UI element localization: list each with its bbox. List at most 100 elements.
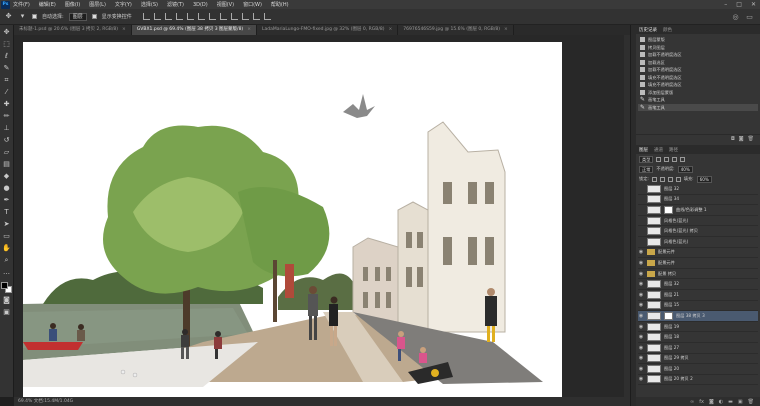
layer-row[interactable]: 图层 32 <box>638 184 758 195</box>
tab-close-icon[interactable]: × <box>504 27 508 32</box>
align-right-icon[interactable] <box>197 13 205 20</box>
menu-3d[interactable]: 3D(D) <box>193 2 208 8</box>
move-tool-icon[interactable]: ✥ <box>4 12 13 21</box>
new-group-icon[interactable]: ▬ <box>728 399 733 405</box>
brush-tool-icon[interactable]: ✏ <box>2 112 11 121</box>
blur-tool-icon[interactable]: ◆ <box>2 172 11 181</box>
layer-row[interactable]: ◉ 图层 18 <box>638 332 758 343</box>
tab-close-icon[interactable]: × <box>122 27 126 32</box>
layer-row[interactable]: ◉ 配景元件 <box>638 258 758 269</box>
align-top-icon[interactable] <box>142 13 150 20</box>
dropdown-arrow-icon[interactable]: ▾ <box>18 12 27 21</box>
maximize-icon[interactable]: □ <box>736 1 742 8</box>
layer-style-icon[interactable]: fx <box>699 399 704 405</box>
eraser-tool-icon[interactable]: ▱ <box>2 148 11 157</box>
snapshot-icon[interactable]: ◘ <box>731 136 735 142</box>
minimize-icon[interactable]: – <box>724 1 727 8</box>
distribute-left-icon[interactable] <box>241 13 249 20</box>
foreground-color-swatch[interactable] <box>1 282 8 289</box>
menu-type[interactable]: 文字(Y) <box>115 1 132 8</box>
history-item[interactable]: 拷贝图层 <box>638 44 758 52</box>
filter-shape-icon[interactable] <box>680 156 686 162</box>
move-tool-icon[interactable]: ✥ <box>2 28 11 37</box>
visibility-eye-icon[interactable]: ◉ <box>638 260 644 266</box>
healing-brush-tool-icon[interactable]: ✚ <box>2 100 11 109</box>
visibility-eye-icon[interactable]: ◉ <box>638 271 644 277</box>
lock-transparency-icon[interactable] <box>651 176 657 182</box>
screen-mode-icon[interactable]: ▣ <box>2 308 11 317</box>
history-item[interactable]: 图层蒙版 <box>638 36 758 44</box>
menu-layer[interactable]: 图层(L) <box>89 1 106 8</box>
history-item[interactable]: ✎ 画笔工具 <box>638 96 758 104</box>
dodge-tool-icon[interactable]: ● <box>2 184 11 193</box>
align-left-icon[interactable] <box>175 13 183 20</box>
auto-select-checkbox[interactable] <box>32 14 37 19</box>
distribute-top-icon[interactable] <box>208 13 216 20</box>
menu-edit[interactable]: 编辑(E) <box>39 1 56 8</box>
show-transform-checkbox[interactable] <box>91 14 97 19</box>
lock-position-icon[interactable] <box>667 176 673 182</box>
shape-tool-icon[interactable]: ▭ <box>2 232 11 241</box>
layer-row[interactable]: ◉ 图层 27 <box>638 343 758 354</box>
lasso-tool-icon[interactable]: ℓ <box>2 52 11 61</box>
align-bottom-icon[interactable] <box>164 13 172 20</box>
menu-window[interactable]: 窗口(W) <box>243 1 262 8</box>
visibility-eye-icon[interactable]: ◉ <box>638 292 644 298</box>
path-select-tool-icon[interactable]: ➤ <box>2 220 11 229</box>
quick-mask-icon[interactable]: ◙ <box>2 296 11 305</box>
eyedropper-tool-icon[interactable]: ⁄ <box>2 88 11 97</box>
menu-image[interactable]: 图像(I) <box>65 1 80 8</box>
layer-mask-thumbnail[interactable] <box>664 205 673 214</box>
menu-view[interactable]: 视图(V) <box>217 1 234 8</box>
menu-filter[interactable]: 滤镜(T) <box>167 1 184 8</box>
more-tools-icon[interactable]: … <box>2 268 11 277</box>
quick-select-tool-icon[interactable]: ✎ <box>2 64 11 73</box>
zoom-tool-icon[interactable]: ⌕ <box>2 256 11 265</box>
distribute-bottom-icon[interactable] <box>230 13 238 20</box>
tab-document-3[interactable]: LadaMariaLungo-FMO-fixed.jpg @ 32% (图层 0… <box>256 25 399 35</box>
close-icon[interactable]: ✕ <box>751 1 756 8</box>
history-item[interactable]: 添加图层蒙版 <box>638 89 758 97</box>
visibility-eye-icon[interactable]: ◉ <box>638 324 644 330</box>
layer-row[interactable]: ◉ 图层 32 <box>638 279 758 290</box>
link-layers-icon[interactable]: ∞ <box>690 399 694 405</box>
type-tool-icon[interactable]: T <box>2 208 11 217</box>
tab-close-icon[interactable]: × <box>388 27 392 32</box>
visibility-eye-icon[interactable]: ◉ <box>638 334 644 340</box>
tab-channels[interactable]: 通道 <box>654 147 663 153</box>
visibility-eye-icon[interactable]: ◉ <box>638 249 644 255</box>
auto-select-dropdown[interactable]: 图层 <box>68 12 87 21</box>
color-swatches[interactable] <box>1 282 12 293</box>
history-item[interactable]: 填充不透明度选区 <box>638 74 758 82</box>
workspace-icon[interactable]: ▭ <box>745 13 754 22</box>
align-center-icon[interactable] <box>186 13 194 20</box>
lock-pixels-icon[interactable] <box>659 176 665 182</box>
tab-document-4[interactable]: 76976546S59.jpg @ 15.6% (图层 0, RGB/8) × <box>398 25 514 35</box>
hand-tool-icon[interactable]: ✋ <box>2 244 11 253</box>
layer-mask-thumbnail[interactable] <box>664 311 673 320</box>
layer-row[interactable]: ◉ 图层 21 <box>638 290 758 301</box>
tab-history[interactable]: 历史记录 <box>639 27 657 33</box>
filter-pixel-icon[interactable] <box>656 156 662 162</box>
layer-row[interactable]: ◉ 图层 20 <box>638 364 758 375</box>
document-canvas[interactable] <box>23 42 562 397</box>
clone-stamp-tool-icon[interactable]: ⊥ <box>2 124 11 133</box>
history-item-current[interactable]: ✎ 画笔工具 <box>638 103 758 111</box>
filter-adjust-icon[interactable] <box>664 156 670 162</box>
layer-row[interactable]: 图层 34 <box>638 195 758 206</box>
tab-paths[interactable]: 路径 <box>669 147 678 153</box>
visibility-eye-icon[interactable]: ◉ <box>638 366 644 372</box>
layer-row[interactable]: 曲线/色彩调整 1 <box>638 205 758 216</box>
distribute-right-icon[interactable] <box>263 13 271 20</box>
history-item[interactable]: 加载不透明度选区 <box>638 66 758 74</box>
camera-icon[interactable]: ◙ <box>739 136 744 142</box>
history-item[interactable]: 加载选区 <box>638 59 758 67</box>
tab-document-2[interactable]: GVBX1.psd @ 69.4% (图层 38 拷贝 3 图层蒙版/8) × <box>131 25 257 35</box>
marquee-tool-icon[interactable]: ⬚ <box>2 40 11 49</box>
distribute-middle-icon[interactable] <box>219 13 227 20</box>
blend-mode-dropdown[interactable]: 正常 <box>639 165 654 173</box>
tab-color[interactable]: 颜色 <box>663 27 672 33</box>
lock-all-icon[interactable] <box>675 176 681 182</box>
layer-row[interactable]: 风格色(蓝光) <box>638 237 758 248</box>
visibility-eye-icon[interactable]: ◉ <box>638 376 644 382</box>
